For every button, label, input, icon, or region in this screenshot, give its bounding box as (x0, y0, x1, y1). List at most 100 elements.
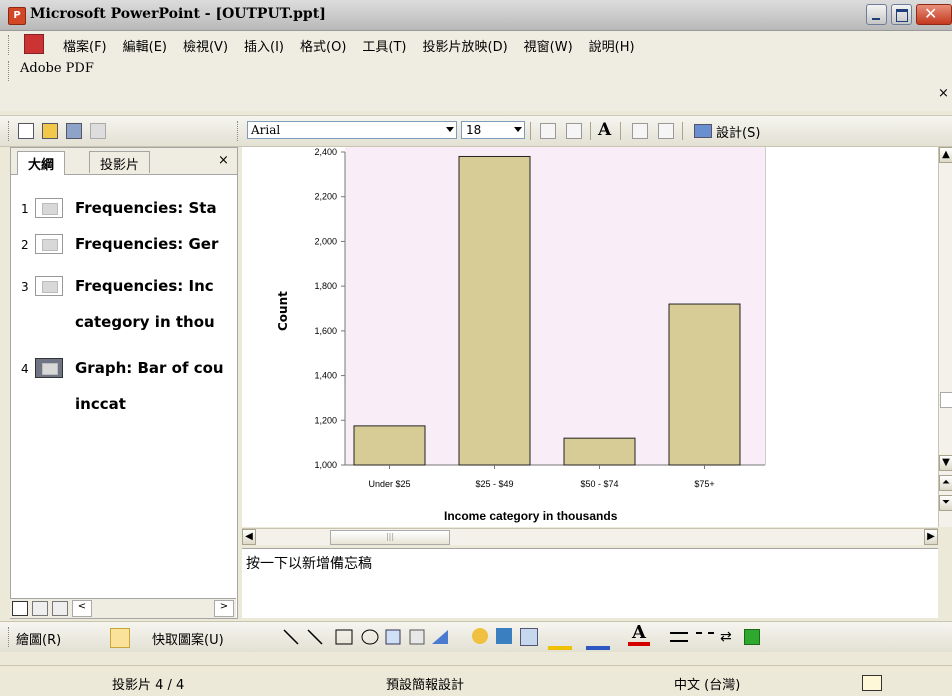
scroll-up-icon[interactable]: ▲ (939, 147, 952, 163)
menu-items: 檔案(F) 編輯(E) 檢視(V) 插入(I) 格式(O) 工具(T) 投影片放… (55, 33, 643, 57)
font-color-icon[interactable]: A (628, 624, 650, 646)
numbered-list-icon[interactable] (540, 123, 556, 139)
close-icon: ✕ (924, 4, 938, 23)
powerpoint-window: P Microsoft PowerPoint - [OUTPUT.ppt] ✕ … (0, 0, 952, 696)
status-design: 預設簡報設計 (386, 678, 465, 693)
slide-icon[interactable] (35, 358, 63, 378)
menu-adobe-pdf[interactable]: Adobe PDF (20, 61, 94, 76)
menu-tools[interactable]: 工具(T) (354, 33, 414, 57)
y-tick-label: 1,400 (314, 371, 337, 381)
menu-file[interactable]: 檔案(F) (55, 33, 115, 57)
slide-title[interactable]: Graph: Bar of cou (75, 359, 235, 377)
adobe-grip[interactable] (8, 61, 12, 81)
y-tick-label: 1,200 (314, 415, 337, 425)
slide-title[interactable]: Frequencies: Ger (75, 235, 235, 253)
tab-slides[interactable]: 投影片 (89, 151, 151, 173)
minimize-button[interactable] (866, 4, 887, 25)
font-size-select[interactable]: 18 (461, 121, 525, 139)
slide-number: 1 (21, 202, 29, 216)
toolbar-grip[interactable] (8, 121, 12, 141)
bullet-list-icon[interactable] (566, 123, 582, 139)
status-language: 中文 (台灣) (674, 678, 741, 693)
scroll-thumb[interactable] (940, 392, 952, 408)
standard-toolbar: Arial 18 A 設計(S) (0, 115, 952, 147)
y-tick-label: 1,000 (314, 460, 337, 470)
y-tick-label: 2,000 (314, 236, 337, 246)
dash-style-icon[interactable] (696, 632, 714, 640)
next-slide-icon[interactable]: ⏷ (939, 495, 952, 511)
menu-slideshow[interactable]: 投影片放映(D) (415, 33, 516, 57)
status-bar: 投影片 4 / 4 預設簡報設計 中文 (台灣) (0, 665, 952, 696)
scroll-thumb[interactable]: ||| (330, 530, 450, 545)
diagram-icon[interactable] (472, 628, 488, 644)
font-name-select[interactable]: Arial (247, 121, 457, 139)
normal-view-icon[interactable] (12, 601, 28, 616)
shadow-icon[interactable] (744, 629, 760, 645)
menu-insert[interactable]: 插入(I) (236, 33, 292, 57)
scroll-left-icon[interactable]: ◀ (242, 529, 256, 545)
line-color-icon[interactable] (586, 626, 610, 650)
scroll-right-icon[interactable]: ▶ (924, 529, 938, 545)
x-tick-label: $75+ (694, 479, 714, 489)
line-style-icon[interactable] (670, 632, 688, 642)
horizontal-scrollbar[interactable]: ◀ ||| ▶ (242, 528, 938, 545)
arrow-style-icon[interactable]: ⇄ (720, 629, 732, 645)
powerpoint-app-icon[interactable]: P (8, 7, 26, 25)
slide-icon[interactable] (35, 276, 63, 296)
menu-close-icon[interactable]: × (938, 86, 949, 101)
format-grip[interactable] (237, 121, 241, 141)
picture-icon[interactable] (520, 628, 538, 646)
decrease-indent-icon[interactable] (632, 123, 648, 139)
fill-color-icon[interactable] (548, 626, 572, 650)
menu-grip[interactable] (8, 35, 12, 55)
paste-icon[interactable] (90, 123, 106, 139)
vertical-scrollbar[interactable]: ▲ ▼ ⏶ ⏷ (938, 147, 952, 527)
menu-help[interactable]: 說明(H) (581, 33, 643, 57)
pane-close-icon[interactable]: × (218, 153, 229, 168)
scroll-down-icon[interactable]: ▼ (939, 455, 952, 471)
status-slide-count: 投影片 4 / 4 (112, 678, 185, 693)
slide-number: 3 (21, 280, 29, 294)
new-icon[interactable] (18, 123, 34, 139)
scroll-left-icon[interactable]: < (72, 600, 92, 617)
maximize-button[interactable] (891, 4, 912, 25)
autoshapes-menu[interactable]: 快取圖案(U) (152, 629, 224, 648)
view-buttons-bar: < > (10, 598, 236, 618)
spellcheck-icon[interactable] (862, 675, 882, 691)
slide-title-line2[interactable]: category in thou (75, 313, 235, 331)
menu-window[interactable]: 視窗(W) (516, 33, 581, 57)
slideshow-icon[interactable] (52, 601, 68, 616)
document-icon[interactable] (24, 34, 44, 54)
slide-icon[interactable] (35, 234, 63, 254)
scroll-right-icon[interactable]: > (214, 600, 234, 617)
notes-placeholder[interactable]: 按一下以新增備忘稿 (246, 553, 372, 573)
open-icon[interactable] (42, 123, 58, 139)
outline-pane: 大綱 投影片 × 1 Frequencies: Sta 2 Frequencie… (10, 147, 238, 619)
increase-font-icon[interactable]: A (598, 120, 611, 140)
slide-canvas[interactable]: 1,000 1,200 1,400 1,600 1,800 2,000 2,200 2,400… (242, 147, 938, 527)
title-bar: P Microsoft PowerPoint - [OUTPUT.ppt] ✕ (0, 0, 952, 31)
slide-title[interactable]: Frequencies: Sta (75, 199, 235, 217)
close-button[interactable]: ✕ (916, 4, 952, 25)
design-icon (694, 124, 712, 138)
select-pointer-icon[interactable] (110, 628, 130, 648)
draw-menu[interactable]: 繪圖(R) (16, 629, 61, 648)
menu-format[interactable]: 格式(O) (292, 33, 354, 57)
previous-slide-icon[interactable]: ⏶ (939, 475, 952, 491)
increase-indent-icon[interactable] (658, 123, 674, 139)
slide-title[interactable]: Frequencies: Inc (75, 277, 235, 295)
design-button[interactable]: 設計(S) (716, 122, 760, 141)
drawbar-grip[interactable] (8, 627, 12, 647)
slide-icon[interactable] (35, 198, 63, 218)
bar (458, 155, 531, 466)
separator (530, 122, 531, 140)
clipart-icon[interactable] (496, 628, 512, 644)
slide-title-line2[interactable]: inccat (75, 395, 235, 413)
print-icon[interactable] (66, 123, 82, 139)
menu-edit[interactable]: 編輯(E) (115, 33, 175, 57)
slide-sorter-icon[interactable] (32, 601, 48, 616)
tab-outline[interactable]: 大綱 (17, 151, 66, 175)
menu-view[interactable]: 檢視(V) (175, 33, 236, 57)
notes-pane[interactable]: 按一下以新增備忘稿 (242, 548, 938, 618)
y-tick-label: 2,400 (314, 147, 337, 157)
